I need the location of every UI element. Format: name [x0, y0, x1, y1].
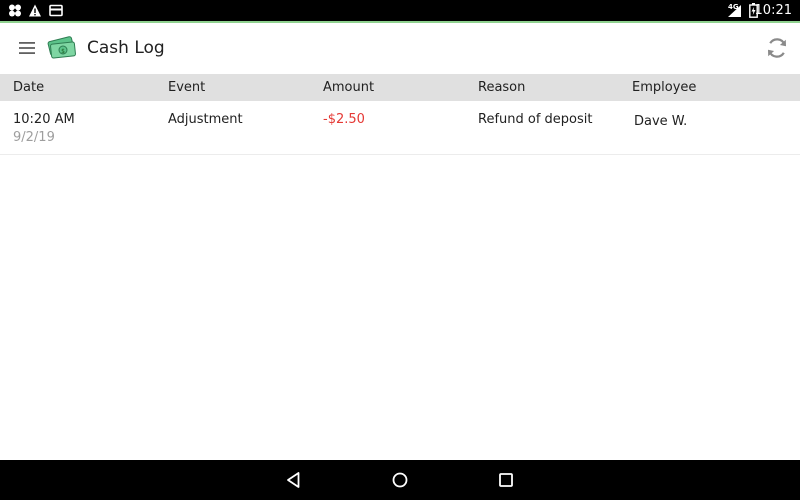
column-header-event: Event: [168, 80, 206, 95]
page-title: Cash Log: [87, 38, 165, 58]
svg-text:$: $: [61, 48, 65, 55]
column-header-employee: Employee: [632, 80, 697, 95]
back-icon[interactable]: [284, 470, 304, 490]
table-row[interactable]: 10:20 AM 9/2/19 Adjustment -$2.50 Refund…: [0, 101, 800, 155]
row-event: Adjustment: [168, 112, 243, 127]
recents-icon[interactable]: [496, 470, 516, 490]
cash-logo-icon: $: [47, 36, 76, 59]
menu-icon[interactable]: [17, 38, 37, 58]
row-reason: Refund of deposit: [478, 112, 593, 127]
navigation-bar: [0, 460, 800, 500]
column-header-reason: Reason: [478, 80, 526, 95]
signal-icon: [728, 5, 741, 17]
card-icon: [49, 4, 63, 17]
row-time: 10:20 AM: [13, 112, 75, 127]
table-header: Date Event Amount Reason Employee: [0, 74, 800, 101]
status-time: 10:21: [754, 3, 792, 18]
column-header-date: Date: [13, 80, 45, 95]
row-amount: -$2.50: [323, 112, 365, 127]
status-bar: 4G 10:21: [0, 0, 800, 21]
fan-icon: [9, 4, 21, 17]
row-employee: Dave W.: [634, 114, 688, 129]
warning-icon: [29, 4, 41, 17]
row-date: 9/2/19: [13, 130, 55, 145]
column-header-amount: Amount: [323, 80, 375, 95]
refresh-icon[interactable]: [764, 35, 790, 61]
home-icon[interactable]: [390, 470, 410, 490]
app-bar: $ Cash Log: [0, 23, 800, 74]
